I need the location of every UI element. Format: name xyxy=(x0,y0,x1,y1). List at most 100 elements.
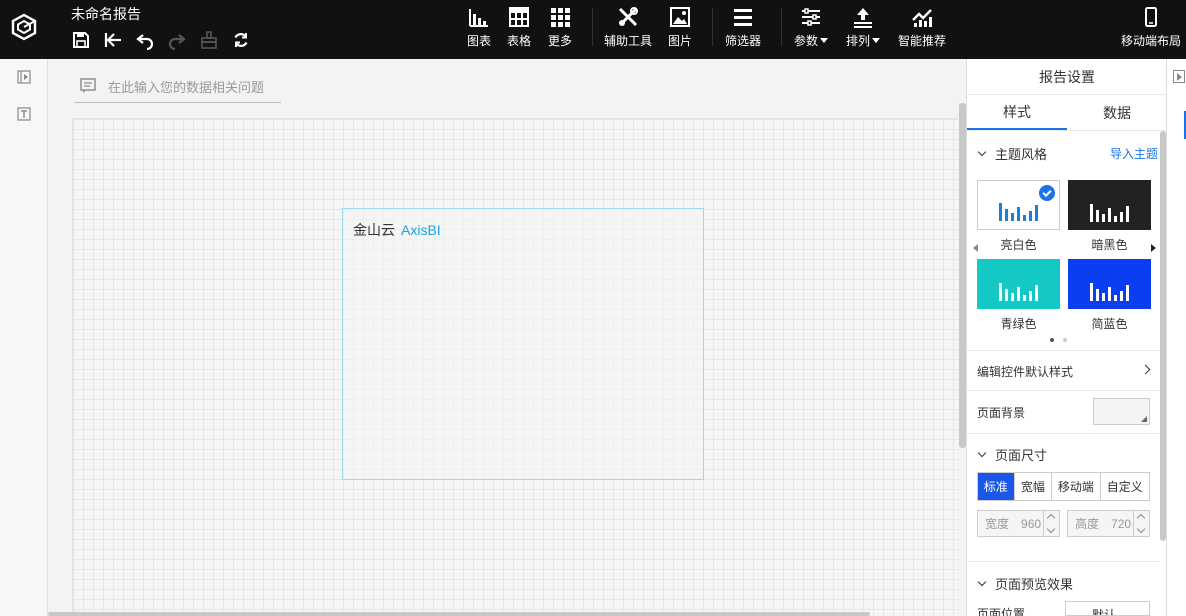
canvas-horizontal-scrollbar[interactable] xyxy=(48,612,870,616)
filter-list-icon xyxy=(734,9,752,26)
helper-tools[interactable]: 辅助工具 xyxy=(604,6,652,52)
theme-label: 亮白色 xyxy=(1000,238,1037,252)
report-title[interactable]: 未命名报告 xyxy=(71,4,141,24)
page-size-options: 标准 宽幅 移动端 自定义 xyxy=(977,472,1150,501)
size-option-standard[interactable]: 标准 xyxy=(978,473,1015,500)
refresh-icon xyxy=(234,33,248,47)
page-dot[interactable] xyxy=(1063,338,1067,342)
width-input[interactable]: 宽度 960 xyxy=(977,510,1060,537)
smart-recommend-tool[interactable]: 智能推荐 xyxy=(898,6,946,52)
size-option-mobile[interactable]: 移动端 xyxy=(1052,473,1101,500)
quick-actions xyxy=(70,30,252,50)
theme-preview-bar xyxy=(1126,285,1129,301)
page-dot[interactable] xyxy=(1050,338,1054,342)
preview-section-header[interactable]: 页面预览效果 xyxy=(977,574,1073,593)
page-background-label: 页面背景 xyxy=(977,406,1026,420)
panel-title: 报告设置 xyxy=(967,59,1167,95)
expand-panel-icon[interactable] xyxy=(17,70,31,84)
arrange-tool[interactable]: 排列 xyxy=(846,6,881,52)
size-option-wide[interactable]: 宽幅 xyxy=(1015,473,1053,500)
brand-name: AxisBI xyxy=(401,222,441,238)
tab-style[interactable]: 样式 xyxy=(967,95,1067,130)
theme-section-header[interactable]: 主题风格 xyxy=(977,144,1047,163)
chevron-down-icon xyxy=(820,38,829,43)
exit-button[interactable] xyxy=(102,30,124,50)
import-theme-link[interactable]: 导入主题 xyxy=(1110,145,1158,162)
tools-icon xyxy=(618,7,638,27)
mobile-layout-tool[interactable]: 移动端布局 xyxy=(1121,6,1181,52)
theme-preview-bar xyxy=(1011,213,1014,221)
sliders-icon xyxy=(802,8,820,26)
format-painter-button[interactable] xyxy=(198,30,220,50)
theme-preview-bar xyxy=(1035,285,1038,301)
page-position-select[interactable]: 默认 xyxy=(1065,601,1150,616)
theme-preview-bar xyxy=(1005,289,1008,301)
theme-preview-bar xyxy=(1029,291,1032,301)
chevron-down-icon xyxy=(872,38,881,43)
theme-pagination xyxy=(1050,338,1067,342)
collapse-panel-icon[interactable] xyxy=(1173,70,1185,83)
divider xyxy=(967,350,1159,351)
theme-card-teal[interactable] xyxy=(977,259,1060,309)
chart-tool[interactable]: 图表 xyxy=(467,6,491,52)
height-stepper[interactable] xyxy=(1133,511,1149,536)
theme-preview-bar xyxy=(1035,205,1038,221)
theme-preview-bar xyxy=(1017,207,1020,221)
canvas-vertical-scrollbar[interactable] xyxy=(959,103,966,448)
save-icon xyxy=(73,32,89,48)
grid-icon xyxy=(551,8,570,27)
image-tool[interactable]: 图片 xyxy=(668,6,692,52)
divider xyxy=(967,390,1159,391)
page-size-section-header[interactable]: 页面尺寸 xyxy=(977,445,1047,464)
toolbar-divider xyxy=(592,8,593,46)
table-tool[interactable]: 表格 xyxy=(507,6,531,52)
divider xyxy=(967,433,1159,434)
chevron-right-icon[interactable] xyxy=(1140,364,1151,375)
theme-preview-bar xyxy=(1090,204,1093,222)
width-stepper[interactable] xyxy=(1043,511,1059,536)
theme-preview-bar xyxy=(1029,211,1032,221)
theme-next-arrow-icon[interactable] xyxy=(1151,244,1156,252)
theme-preview-bar xyxy=(1120,291,1123,301)
redo-icon xyxy=(168,34,186,50)
refresh-button[interactable] xyxy=(230,30,252,50)
height-input[interactable]: 高度 720 xyxy=(1067,510,1150,537)
params-tool[interactable]: 参数 xyxy=(794,6,829,52)
top-toolbar: 未命名报告 图表 表格 更多 辅助工具 图片 筛选器 参数 排列 智能推荐 移动… xyxy=(0,0,1186,59)
app-logo-icon[interactable] xyxy=(10,13,38,41)
widget-title: 金山云 AxisBI xyxy=(353,222,441,238)
theme-label: 暗黑色 xyxy=(1091,238,1128,252)
redo-button[interactable] xyxy=(166,30,188,50)
toolbar-divider xyxy=(781,8,782,46)
chevron-down-icon xyxy=(977,577,987,587)
panel-tabs: 样式 数据 xyxy=(967,95,1167,131)
chevron-down-icon xyxy=(977,147,987,157)
text-box-icon[interactable] xyxy=(17,107,31,121)
format-painter-icon xyxy=(201,31,217,49)
theme-card-white[interactable] xyxy=(977,180,1060,230)
theme-card-blue[interactable] xyxy=(1068,259,1151,309)
theme-card-dark[interactable] xyxy=(1068,180,1151,230)
data-question-input[interactable]: 在此输入您的数据相关问题 xyxy=(74,70,281,103)
trend-chart-icon xyxy=(912,9,932,27)
query-placeholder: 在此输入您的数据相关问题 xyxy=(108,79,265,95)
undo-icon xyxy=(136,34,154,50)
title-widget[interactable]: 金山云 AxisBI xyxy=(342,208,704,480)
filter-tool[interactable]: 筛选器 xyxy=(725,6,761,52)
theme-label: 简蓝色 xyxy=(1091,317,1128,331)
mobile-phone-icon xyxy=(1145,7,1157,27)
theme-preview-bar xyxy=(1114,216,1117,222)
page-background-color-picker[interactable] xyxy=(1093,398,1150,425)
edit-default-style-row[interactable]: 编辑控件默认样式 xyxy=(977,363,1073,380)
save-button[interactable] xyxy=(70,30,92,50)
tab-data[interactable]: 数据 xyxy=(1067,95,1167,130)
theme-preview-bar xyxy=(1120,212,1123,222)
more-tool[interactable]: 更多 xyxy=(548,6,572,52)
size-option-custom[interactable]: 自定义 xyxy=(1101,473,1149,500)
undo-button[interactable] xyxy=(134,30,156,50)
table-icon xyxy=(509,7,529,27)
theme-preview-bar xyxy=(1090,283,1093,301)
comment-icon xyxy=(80,78,96,93)
theme-preview-bar xyxy=(1126,206,1129,222)
theme-preview-bar xyxy=(1011,293,1014,301)
